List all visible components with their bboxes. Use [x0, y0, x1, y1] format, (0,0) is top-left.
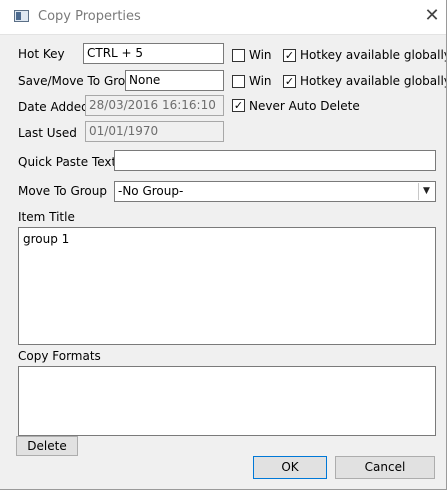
move-to-group-select[interactable]: -No Group- ▼ — [114, 181, 436, 202]
hotkey-global-label: Hotkey available globally — [300, 48, 447, 62]
last-used-field: 01/01/1970 — [85, 121, 224, 142]
item-title-textarea[interactable]: group 1 — [18, 227, 436, 345]
group-hotkey-field[interactable]: None — [125, 70, 224, 91]
hotkey-field[interactable]: CTRL + 5 — [83, 43, 224, 64]
date-added-label: Date Added — [18, 100, 89, 114]
never-auto-delete-label: Never Auto Delete — [249, 99, 360, 113]
close-icon[interactable]: ✕ — [420, 4, 444, 28]
last-used-label: Last Used — [18, 126, 77, 140]
date-added-field: 28/03/2016 16:16:10 — [85, 95, 224, 116]
item-title-label: Item Title — [18, 210, 75, 224]
hotkey-global-checkbox[interactable] — [283, 49, 296, 62]
quick-paste-field[interactable] — [114, 150, 436, 171]
hotkey-win-label: Win — [249, 48, 272, 62]
move-to-group-label: Move To Group — [18, 184, 107, 198]
copy-formats-list[interactable] — [18, 366, 436, 436]
group-hotkey-global-label: Hotkey available globally — [300, 74, 447, 88]
move-to-group-selected: -No Group- — [118, 184, 184, 198]
chevron-down-icon[interactable]: ▼ — [418, 183, 434, 200]
ok-button[interactable]: OK — [253, 456, 327, 479]
title-bar: Copy Properties ✕ — [0, 0, 447, 35]
quick-paste-label: Quick Paste Text — [18, 155, 117, 169]
group-hotkey-win-label: Win — [249, 74, 272, 88]
cancel-button[interactable]: Cancel — [335, 456, 435, 479]
hotkey-win-checkbox[interactable] — [232, 49, 245, 62]
never-auto-delete-checkbox[interactable] — [232, 99, 245, 112]
window-title: Copy Properties — [38, 9, 141, 24]
group-hotkey-win-checkbox[interactable] — [232, 75, 245, 88]
group-hotkey-global-checkbox[interactable] — [283, 75, 296, 88]
window-icon — [14, 10, 29, 22]
delete-button[interactable]: Delete — [16, 436, 78, 456]
copy-formats-label: Copy Formats — [18, 349, 101, 363]
hotkey-label: Hot Key — [18, 47, 65, 61]
group-hotkey-label: Save/Move To Group — [18, 74, 141, 88]
